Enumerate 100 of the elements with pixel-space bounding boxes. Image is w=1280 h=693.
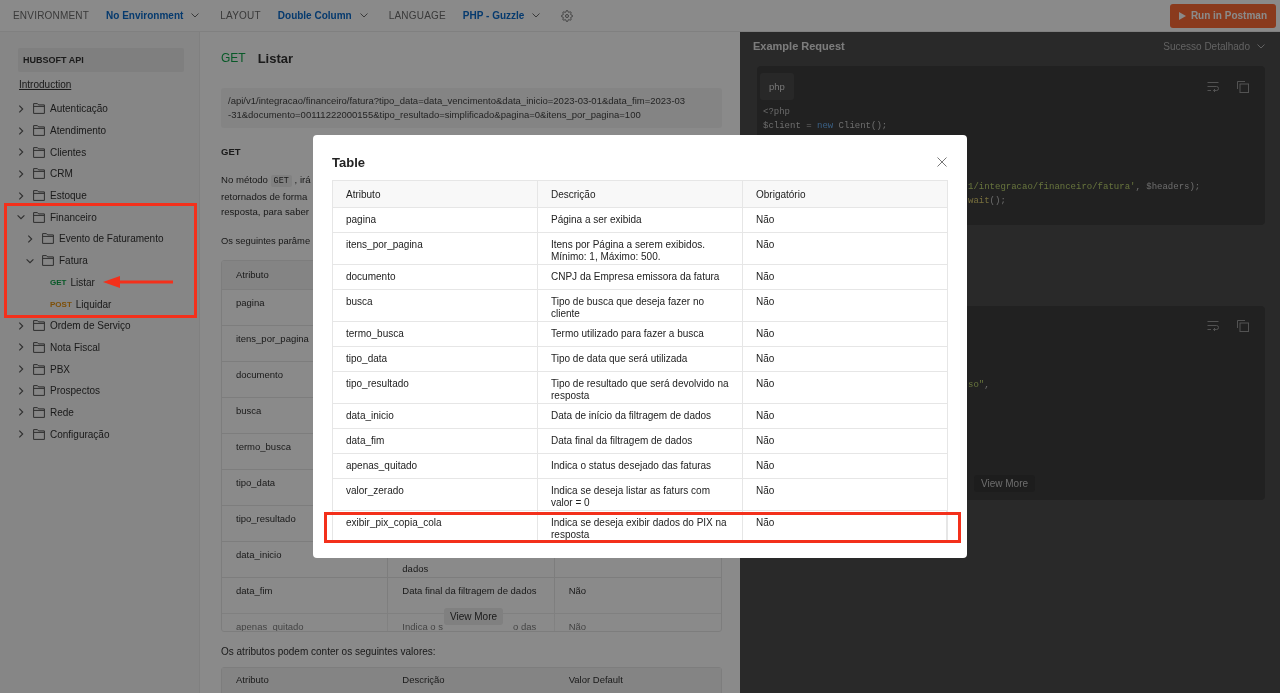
table-header-cell-text: Obrigatório (755, 188, 807, 202)
table-cell-text: Não (755, 459, 776, 473)
code-line: $client = new Client(); (763, 120, 888, 133)
table-cell-text: Não (755, 352, 776, 366)
folder-icon (33, 341, 45, 353)
description-text: No método GET , irá retornados de forma resposta, para saber (221, 173, 311, 219)
table-header-cell-text: Descrição (401, 673, 446, 687)
table-cell: tipo_resultado (333, 372, 538, 403)
table-cell: apenas_quitado (333, 454, 538, 478)
table-header-cell-text: Atributo (235, 673, 270, 687)
tree-item[interactable]: Prospectos (0, 379, 199, 402)
setting-label: LANGUAGE (388, 10, 446, 21)
tree-item[interactable]: Ordem de Serviço (0, 314, 199, 337)
table-cell: CNPJ da Empresa emissora da fatura (538, 265, 743, 289)
table-cell: busca (333, 290, 538, 321)
folder-icon (33, 428, 45, 440)
folder-icon (33, 190, 45, 202)
table-cell-text: Não (755, 270, 776, 284)
table-cell: Termo utilizado para fazer a busca (538, 322, 743, 346)
table-header-cell-text: Valor Default (567, 673, 624, 687)
table-cell-text: Não (755, 238, 776, 252)
copy-icon[interactable] (1237, 80, 1249, 93)
code-line: 1/integracao/financeiro/fatura', $headers); (968, 181, 1201, 194)
setting-label: ENVIRONMENT (13, 10, 90, 21)
setting-dropdown[interactable]: No Environment (106, 10, 200, 21)
table-header-cell: Descrição (538, 181, 743, 207)
introduction-link[interactable]: Introduction (19, 79, 72, 91)
tree-item[interactable]: Nota Fiscal (0, 336, 199, 359)
tree-item[interactable]: Estoque (0, 184, 199, 207)
table-cell: data_fim (222, 578, 389, 613)
view-more-button[interactable]: View More (973, 475, 1036, 492)
tree-item[interactable]: PBX (0, 358, 199, 380)
folder-icon (33, 125, 45, 137)
language-tab[interactable]: php (760, 73, 794, 100)
copy-icon[interactable] (1237, 320, 1249, 332)
tree-item[interactable]: Configuração (0, 423, 199, 445)
page-title: Listar (257, 50, 294, 66)
table-cell: Data de início da filtragem de dados (538, 404, 743, 428)
code-line: <?php (763, 106, 790, 119)
tree-item[interactable]: Rede (0, 401, 199, 424)
folder-icon (33, 211, 45, 223)
table-cell-text: Não (755, 213, 776, 227)
folder-icon (42, 255, 54, 267)
table-cell: tipo_data (333, 347, 538, 371)
table-cell: Tipo de data que será utilizada (538, 347, 743, 371)
table-cell-text: Não (755, 377, 776, 391)
table-cell-text: Não (755, 295, 776, 309)
table-cell-text: Não (755, 434, 776, 448)
section-heading: GET (221, 146, 242, 158)
table-cell: Tipo de busca que deseja fazer no cliente (538, 290, 743, 321)
folder-icon (33, 363, 45, 375)
table-cell: Data final da filtragem de dados (538, 429, 743, 453)
table-cell: Página a ser exibida (538, 208, 743, 232)
table-cell: Indica se deseja listar as faturs com valor = 0 (538, 479, 743, 510)
sidebar-title: HUBSOFT API (18, 48, 184, 72)
table-cell-text: Não (755, 327, 776, 341)
table-cell: Indica o status desejado das faturas (538, 454, 743, 478)
folder-icon (33, 320, 45, 332)
table-cell: valor_zerado (333, 479, 538, 510)
settings-icon[interactable] (561, 9, 574, 22)
method-label: GET (50, 277, 67, 287)
wrap-icon[interactable] (1207, 80, 1219, 93)
tree-item[interactable]: Financeiro (0, 206, 199, 229)
folder-icon (33, 103, 45, 115)
table-cell: documento (333, 265, 538, 289)
caret-icon (191, 13, 200, 18)
request-url: /api/v1/integracao/financeiro/fatura?tipo_data=data_vencimento&data_inicio=2023-03-01&data_fim=2023-03-31&documento=00111222000155&tipo_resultado=simplificado&pagina=0&itens_por_pagina=100 (221, 88, 722, 128)
tree-item[interactable]: CRM (0, 163, 199, 185)
table-cell: Itens por Página a serem exibidos. Mínimo: 1, Máximo: 500. (538, 233, 743, 264)
table-cell-text: Não (755, 409, 776, 423)
tree-item[interactable]: POST Liquidar (0, 293, 199, 315)
tree-item[interactable]: Autenticação (0, 98, 199, 120)
setting-dropdown[interactable]: PHP - Guzzle (462, 10, 541, 21)
table-cell: itens_por_pagina (333, 233, 538, 264)
folder-icon (33, 168, 45, 180)
table-cell-text: Não (567, 584, 588, 598)
code-line: so", (968, 379, 990, 392)
table-cell: termo_busca (333, 322, 538, 346)
tree-item[interactable]: Atendimento (0, 119, 199, 142)
caret-icon (1257, 43, 1265, 49)
setting-dropdown[interactable]: Double Column (277, 10, 368, 21)
modal-title: Table (332, 154, 365, 170)
tree-item[interactable]: Fatura (0, 249, 199, 272)
code-line: wait(); (968, 195, 1006, 208)
panel-title: Example Request (753, 40, 845, 52)
play-icon (1178, 11, 1186, 20)
tree-item[interactable]: GET Listar (0, 271, 199, 294)
view-more-button[interactable]: View More (444, 608, 504, 625)
folder-icon (33, 146, 45, 158)
intro-text: Os atributos podem conter os seguintes valores: (221, 646, 437, 658)
table-cell: data_fim (333, 429, 538, 453)
table-cell-text: Não (567, 620, 588, 631)
tree-item[interactable]: Evento de Faturamento (0, 228, 199, 250)
method-label: POST (50, 299, 72, 309)
folder-icon (33, 406, 45, 418)
table-cell: Tipo de resultado que será devolvido na resposta (538, 372, 743, 403)
close-icon[interactable] (937, 157, 947, 167)
intro-text: Os seguintes parâme (221, 235, 311, 247)
wrap-icon[interactable] (1207, 320, 1219, 332)
tree-item[interactable]: Clientes (0, 141, 199, 164)
